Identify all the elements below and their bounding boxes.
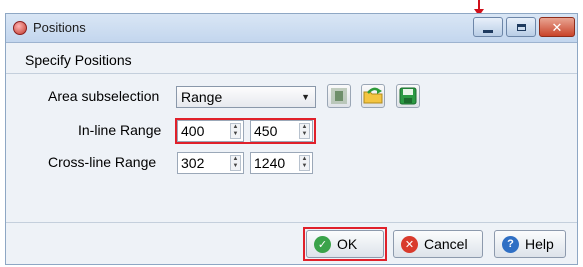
select-area-button[interactable] [327,84,351,108]
maximize-button[interactable] [506,17,536,37]
area-subselection-value: Range [181,89,223,105]
inline-range-label: In-line Range [78,122,162,138]
divider [6,73,577,74]
minimize-icon [483,29,493,33]
close-button[interactable]: ✕ [539,17,575,37]
save-button[interactable] [396,84,420,108]
open-folder-icon [363,87,383,104]
ok-button-highlight [303,227,387,261]
crossline-range-from-spinner[interactable]: 302 ▲ ▼ [177,152,244,174]
area-subselection-label: Area subselection [48,88,160,104]
spinner-arrows-icon[interactable]: ▲ ▼ [230,155,241,171]
crossline-range-to-spinner[interactable]: 1240 ▲ ▼ [250,152,313,174]
open-folder-button[interactable] [361,84,385,108]
cancel-x-icon: ✕ [401,235,418,253]
save-disk-icon [399,87,417,105]
crossline-range-label: Cross-line Range [48,154,157,170]
spinner-arrows-icon[interactable]: ▲ ▼ [299,155,310,171]
divider [6,222,577,223]
close-icon: ✕ [551,19,563,35]
crossline-range-to-value: 1240 [254,155,286,171]
inline-range-highlight [175,118,316,144]
area-subselection-select[interactable]: Range ▼ [176,86,316,108]
window-title: Positions [33,20,86,35]
minimize-button[interactable] [473,17,503,37]
cancel-button-label: Cancel [424,236,468,252]
maximize-icon [516,23,526,31]
select-area-icon [331,88,347,104]
chevron-down-icon: ▼ [301,92,310,102]
cancel-button[interactable]: ✕ Cancel [393,230,483,258]
crossline-range-from-value: 302 [181,155,205,171]
section-title: Specify Positions [25,52,132,68]
title-bar: Positions ✕ [6,14,577,43]
help-button[interactable]: ? Help [494,230,566,258]
help-button-label: Help [525,236,554,252]
app-logo-icon [13,21,27,35]
help-question-icon: ? [502,235,519,253]
